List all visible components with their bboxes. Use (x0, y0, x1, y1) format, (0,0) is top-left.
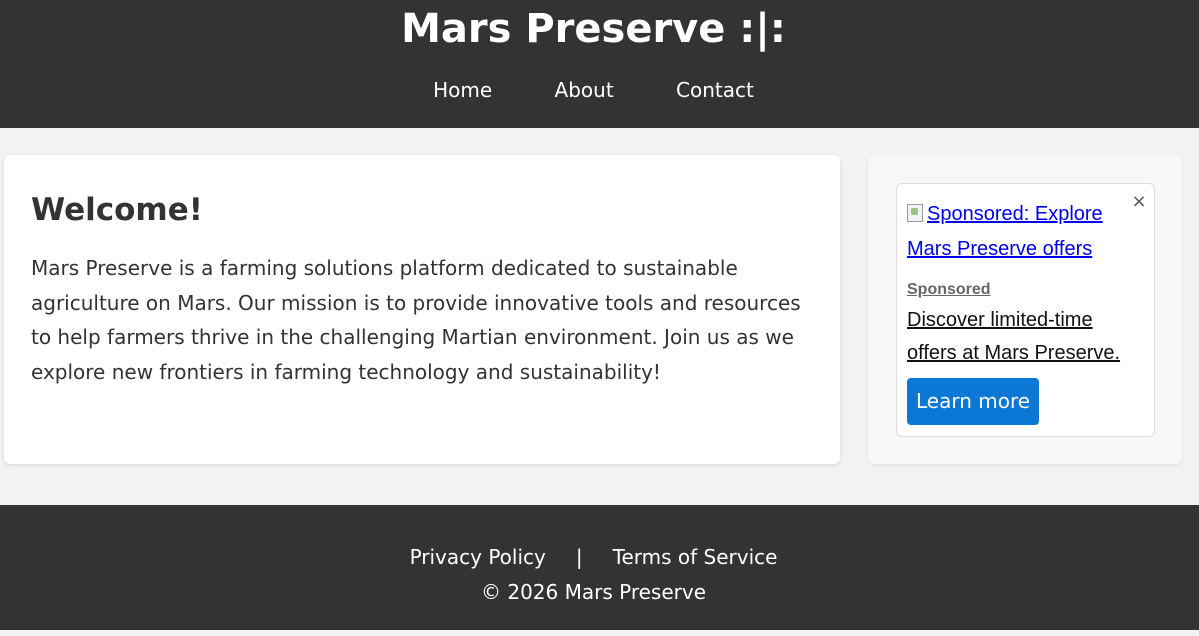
ad-image-alt-text: Sponsored: Explore Mars Preserve offers (907, 203, 1103, 260)
site-title: Mars Preserve :|: (401, 6, 786, 52)
nav-about-link[interactable]: About (555, 74, 614, 106)
ad-close-icon[interactable]: × (1131, 192, 1147, 212)
footer-separator: | (575, 545, 583, 569)
nav-home-link[interactable]: Home (433, 74, 492, 106)
ad-description-link[interactable]: Discover limited-time offers at Mars Pre… (907, 304, 1142, 369)
welcome-text: Mars Preserve is a farming solutions pla… (31, 256, 801, 384)
ad-image-link[interactable]: Sponsored: Explore Mars Preserve offers (907, 197, 1127, 266)
terms-of-service-link[interactable]: Terms of Service (613, 540, 778, 574)
footer-links: Privacy Policy | Terms of Service (0, 540, 1187, 574)
privacy-policy-link[interactable]: Privacy Policy (410, 540, 546, 574)
welcome-heading: Welcome! (31, 192, 203, 228)
main-nav: Home About Contact (0, 74, 1187, 106)
learn-more-button[interactable]: Learn more (907, 378, 1039, 425)
copyright-text: © 2026 Mars Preserve (480, 580, 706, 604)
broken-image-icon (907, 204, 923, 222)
ad-sponsored-label[interactable]: Sponsored (907, 279, 991, 301)
nav-contact-link[interactable]: Contact (676, 74, 754, 106)
site-header: Mars Preserve :|: Home About Contact (0, 0, 1199, 128)
